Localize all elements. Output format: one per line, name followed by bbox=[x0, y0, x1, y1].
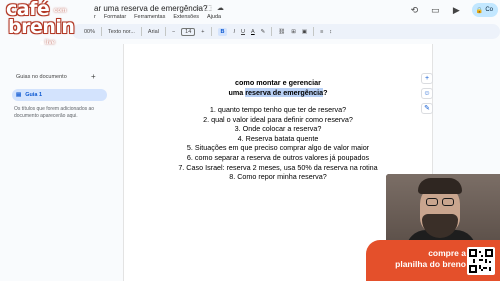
presenter-hair bbox=[418, 178, 462, 194]
doc-heading-line-1: como montar e gerenciar bbox=[235, 78, 321, 87]
highlight-pen-icon[interactable]: ✎ bbox=[261, 29, 266, 35]
glasses-right-lens bbox=[442, 198, 454, 206]
toolbar-divider bbox=[140, 27, 142, 36]
logo-word-com: com bbox=[54, 8, 67, 14]
menu-item-tools[interactable]: Ferramentas bbox=[134, 14, 165, 20]
font-size-decrease-icon[interactable]: − bbox=[172, 29, 175, 35]
add-tab-button[interactable]: + bbox=[91, 72, 96, 81]
toolbar-divider bbox=[164, 27, 166, 36]
history-icon[interactable]: ⟲ bbox=[409, 5, 420, 16]
webcam-feed bbox=[386, 174, 500, 240]
text-color-button[interactable]: A bbox=[251, 29, 255, 35]
list-item: 3. Onde colocar a reserva? bbox=[234, 124, 322, 134]
toolbar-divider bbox=[101, 27, 103, 36]
align-icon[interactable]: ≡ bbox=[320, 29, 323, 35]
document-title[interactable]: ar uma reserva de emergência? bbox=[94, 4, 207, 13]
video-call-icon[interactable]: ▶ bbox=[451, 5, 462, 16]
italic-button[interactable]: I bbox=[233, 29, 235, 35]
star-icon[interactable]: ☆ bbox=[194, 4, 200, 12]
question-list: 1. quanto tempo tenho que ter de reserva… bbox=[124, 105, 432, 182]
promo-line-2: planilha do breno bbox=[395, 259, 466, 269]
font-size-increase-icon[interactable]: + bbox=[201, 29, 204, 35]
glasses-left-lens bbox=[426, 198, 438, 206]
paragraph-style-select[interactable]: Texto nor... bbox=[108, 29, 135, 35]
toolbar-divider bbox=[313, 27, 315, 36]
list-item: 4. Reserva batata quente bbox=[237, 133, 319, 143]
suggest-edits-icon[interactable]: ✎ bbox=[421, 103, 433, 114]
qr-code-icon bbox=[467, 247, 495, 275]
font-select[interactable]: Arial bbox=[148, 29, 159, 35]
underline-button[interactable]: U bbox=[241, 29, 245, 35]
sidebar-item-guia-1[interactable]: ▤ Guia 1 bbox=[12, 89, 107, 101]
comment-icon[interactable]: ▭ bbox=[430, 5, 441, 16]
insert-image-icon[interactable]: ▣ bbox=[302, 29, 307, 35]
menu-item-insert[interactable]: r bbox=[94, 14, 96, 20]
formatting-toolbar: 00% Texto nor... Arial − 14 + B I U A ✎ … bbox=[72, 24, 500, 39]
logo-word-brenin: brenin bbox=[8, 16, 75, 38]
line-spacing-icon[interactable]: ↕ bbox=[329, 29, 332, 35]
document-tabs-sidebar: Guias no documento + ▤ Guia 1 Os títulos… bbox=[0, 44, 122, 281]
doc-heading-line-2: uma reserva de emergência? bbox=[124, 88, 432, 97]
live-label: live bbox=[45, 40, 56, 46]
list-item: 5. Situações em que preciso comprar algo… bbox=[186, 143, 370, 153]
floating-actions: + ☺ ✎ bbox=[421, 73, 434, 114]
list-item: 2. qual o valor ideal para definir como … bbox=[203, 114, 353, 124]
header-right-tools: ⟲ ▭ ▶ 🔒 Co bbox=[409, 3, 500, 17]
lock-icon: 🔒 bbox=[475, 7, 484, 14]
link-icon[interactable]: ⛓ bbox=[278, 29, 285, 35]
menu-item-extensions[interactable]: Extensões bbox=[173, 14, 199, 20]
promo-banner: compre a planilha do breno bbox=[366, 240, 500, 281]
emoji-reaction-icon[interactable]: ☺ bbox=[421, 88, 433, 99]
sidebar-item-label: Guia 1 bbox=[25, 92, 43, 98]
zoom-select[interactable]: 00% bbox=[84, 29, 95, 35]
app-window: ar uma reserva de emergência? ☆ ⬚ ☁ r Fo… bbox=[0, 0, 500, 281]
selected-text[interactable]: reserva de emergência bbox=[245, 88, 324, 97]
title-icons: ☆ ⬚ ☁ bbox=[194, 4, 224, 12]
menu-bar: r Formatar Ferramentas Extensões Ajuda bbox=[94, 14, 221, 20]
toolbar-divider bbox=[271, 27, 273, 36]
heading-suffix: ? bbox=[323, 88, 328, 97]
sidebar-title: Guias no documento bbox=[16, 74, 67, 80]
toolbar-divider bbox=[210, 27, 212, 36]
cafe-com-brenin-logo: café com brenin live bbox=[4, 0, 76, 54]
menu-item-help[interactable]: Ajuda bbox=[207, 14, 221, 20]
list-item: 6. como separar a reserva de outros valo… bbox=[186, 152, 370, 162]
promo-line-1: compre a bbox=[428, 248, 466, 258]
move-folder-icon[interactable]: ⬚ bbox=[205, 4, 212, 12]
bold-button[interactable]: B bbox=[217, 27, 228, 36]
sidebar-empty-note: Os títulos que forem adicionados ao docu… bbox=[14, 106, 95, 119]
cloud-status-icon[interactable]: ☁ bbox=[217, 4, 224, 12]
live-badge: live bbox=[40, 40, 55, 46]
share-button[interactable]: 🔒 Co bbox=[471, 3, 498, 17]
promo-text: compre a planilha do breno bbox=[376, 248, 466, 270]
share-label: Co bbox=[485, 7, 493, 13]
menu-item-format[interactable]: Formatar bbox=[104, 14, 126, 20]
heading-prefix: uma bbox=[228, 88, 246, 97]
add-comment-icon[interactable]: + bbox=[421, 73, 433, 84]
list-item: 7. Caso Israel: reserva 2 meses, usa 50%… bbox=[178, 162, 378, 172]
add-comment-icon[interactable]: ⊞ bbox=[291, 29, 296, 35]
live-dot-icon bbox=[40, 41, 44, 45]
document-tab-icon: ▤ bbox=[16, 92, 22, 98]
list-item: 1. quanto tempo tenho que ter de reserva… bbox=[209, 105, 347, 114]
font-size-input[interactable]: 14 bbox=[181, 27, 196, 36]
